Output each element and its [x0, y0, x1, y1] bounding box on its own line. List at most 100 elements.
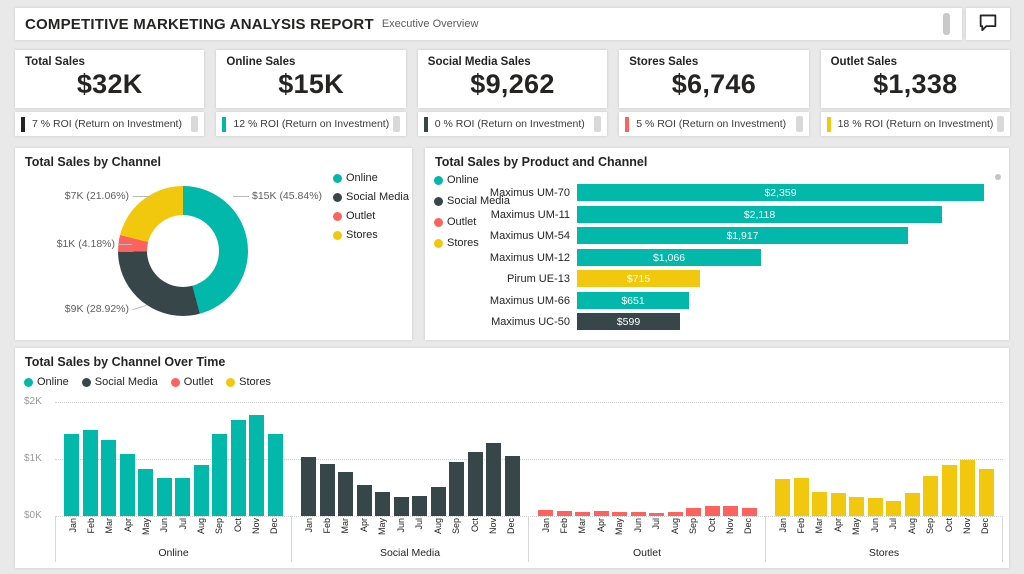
time-bar[interactable]	[923, 476, 939, 516]
legend-dot	[333, 173, 342, 183]
legend-dot	[226, 377, 236, 387]
legend-label: Online	[37, 376, 69, 388]
time-group-online: Jan Feb Mar Apr May Jun Jul Aug Sep Oct Nov Dec Onli…	[55, 402, 292, 562]
time-bar[interactable]	[904, 493, 920, 516]
time-legend-item[interactable]: Social Media	[81, 376, 158, 388]
product-bar[interactable]: $1,066	[577, 249, 761, 266]
time-bar[interactable]	[301, 457, 316, 516]
time-bar[interactable]	[449, 462, 465, 516]
panel-scrollbar-dot[interactable]	[995, 174, 1001, 180]
time-bar[interactable]	[319, 464, 335, 516]
time-bar[interactable]	[686, 508, 702, 516]
comment-button[interactable]	[966, 8, 1010, 40]
time-bar[interactable]	[978, 469, 994, 516]
time-legend-item[interactable]: Online	[24, 376, 69, 388]
kpi-card[interactable]: Outlet Sales $1,338 18 % ROI (Return on In…	[820, 50, 1010, 136]
header-scrollbar[interactable]	[943, 13, 950, 35]
roi-scrollbar[interactable]	[996, 116, 1004, 132]
roi-scrollbar[interactable]	[392, 116, 400, 132]
month-label-text: May	[140, 518, 151, 536]
time-bar[interactable]	[338, 472, 354, 516]
kpi-card[interactable]: Total Sales $32K 7 % ROI (Return on Invest…	[15, 50, 205, 136]
month-label-text: Dec	[506, 518, 517, 535]
time-bar[interactable]	[704, 506, 720, 516]
time-bar[interactable]	[430, 487, 446, 516]
time-bar[interactable]	[156, 478, 172, 516]
time-bar[interactable]	[230, 420, 246, 516]
kpi-card-top: Social Media Sales $9,262	[417, 50, 608, 108]
month-label: Oct	[230, 518, 245, 546]
time-bar[interactable]	[467, 452, 483, 516]
time-bar[interactable]	[412, 496, 428, 516]
sales-over-time-panel: Total Sales by Channel Over Time Online S…	[15, 348, 1009, 568]
kpi-title: Outlet Sales	[830, 56, 898, 68]
product-bar[interactable]: $599	[577, 313, 680, 330]
time-bar[interactable]	[175, 478, 191, 516]
month-label: Sep	[923, 518, 938, 546]
product-bar[interactable]: $715	[577, 270, 700, 287]
donut-legend-item[interactable]: Online	[333, 172, 409, 184]
month-label-text: Apr	[595, 518, 606, 533]
time-bar[interactable]	[212, 434, 228, 516]
bar-value-label: $1,917	[726, 229, 759, 242]
leader-line	[133, 196, 150, 197]
time-bar[interactable]	[393, 497, 409, 516]
time-bar[interactable]	[82, 430, 98, 516]
time-bar[interactable]	[941, 465, 957, 516]
time-bar[interactable]	[741, 508, 757, 516]
time-bar[interactable]	[504, 456, 520, 516]
time-legend-item[interactable]: Stores	[226, 376, 271, 388]
time-bar[interactable]	[723, 506, 739, 516]
time-bar[interactable]	[193, 465, 209, 516]
time-legend-item[interactable]: Outlet	[170, 376, 213, 388]
time-bar[interactable]	[375, 492, 391, 516]
kpi-card-top: Stores Sales $6,746	[619, 50, 809, 108]
month-label: Aug	[194, 518, 209, 546]
month-labels: Jan Feb Mar Apr May Jun Jul Aug Sep Oct Nov Dec	[56, 518, 291, 546]
kpi-card[interactable]: Stores Sales $6,746 5 % ROI (Return on Inv…	[619, 50, 809, 136]
donut-legend-item[interactable]: Outlet	[333, 210, 409, 222]
time-bar[interactable]	[119, 454, 135, 516]
time-bar[interactable]	[356, 485, 372, 516]
time-bar[interactable]	[886, 501, 902, 516]
time-chart-legend: Online Social Media Outlet Stores	[24, 376, 271, 388]
time-bar[interactable]	[867, 498, 883, 516]
product-bar[interactable]: $651	[577, 292, 689, 309]
month-label: Jan	[775, 518, 790, 546]
time-bar[interactable]	[267, 434, 283, 516]
time-bar[interactable]	[812, 492, 828, 516]
time-bar[interactable]	[960, 460, 976, 516]
kpi-value: $6,746	[671, 69, 757, 99]
product-bar[interactable]: $2,118	[577, 206, 942, 223]
month-label-text: Sep	[451, 518, 462, 535]
time-bar[interactable]	[249, 415, 265, 516]
roi-scrollbar[interactable]	[191, 116, 199, 132]
month-label: Jul	[886, 518, 901, 546]
donut-legend-item[interactable]: Social Media	[333, 191, 409, 203]
donut-legend: Online Social Media Outlet Stores	[333, 172, 409, 241]
month-label: Jun	[393, 518, 408, 546]
callout-social: $9K (28.92%)	[64, 303, 129, 315]
time-bar[interactable]	[849, 497, 865, 516]
roi-scrollbar[interactable]	[594, 116, 602, 132]
product-bar[interactable]: $2,359	[577, 184, 984, 201]
time-bar[interactable]	[101, 440, 117, 516]
legend-dot	[333, 230, 342, 240]
time-bar[interactable]	[486, 443, 502, 516]
donut-chart[interactable]	[118, 186, 248, 316]
time-bar[interactable]	[138, 469, 154, 516]
kpi-card[interactable]: Online Sales $15K 12 % ROI (Return on Inve…	[216, 50, 406, 136]
time-bar[interactable]	[830, 493, 846, 516]
time-bar[interactable]	[775, 479, 790, 516]
donut-legend-item[interactable]: Stores	[333, 229, 409, 241]
time-group-axis: Jan Feb Mar Apr May Jun Jul Aug Sep Oct Nov Dec Outl…	[529, 516, 766, 562]
time-bar[interactable]	[64, 434, 79, 516]
product-bar[interactable]: $1,917	[577, 227, 908, 244]
time-bar[interactable]	[793, 478, 809, 516]
month-label: Nov	[960, 518, 975, 546]
month-label: Mar	[575, 518, 590, 546]
kpi-value: $9,262	[470, 69, 555, 99]
roi-scrollbar[interactable]	[795, 116, 803, 132]
kpi-card[interactable]: Social Media Sales $9,262 0 % ROI (Return …	[417, 50, 608, 136]
month-label-text: Sep	[214, 518, 225, 535]
